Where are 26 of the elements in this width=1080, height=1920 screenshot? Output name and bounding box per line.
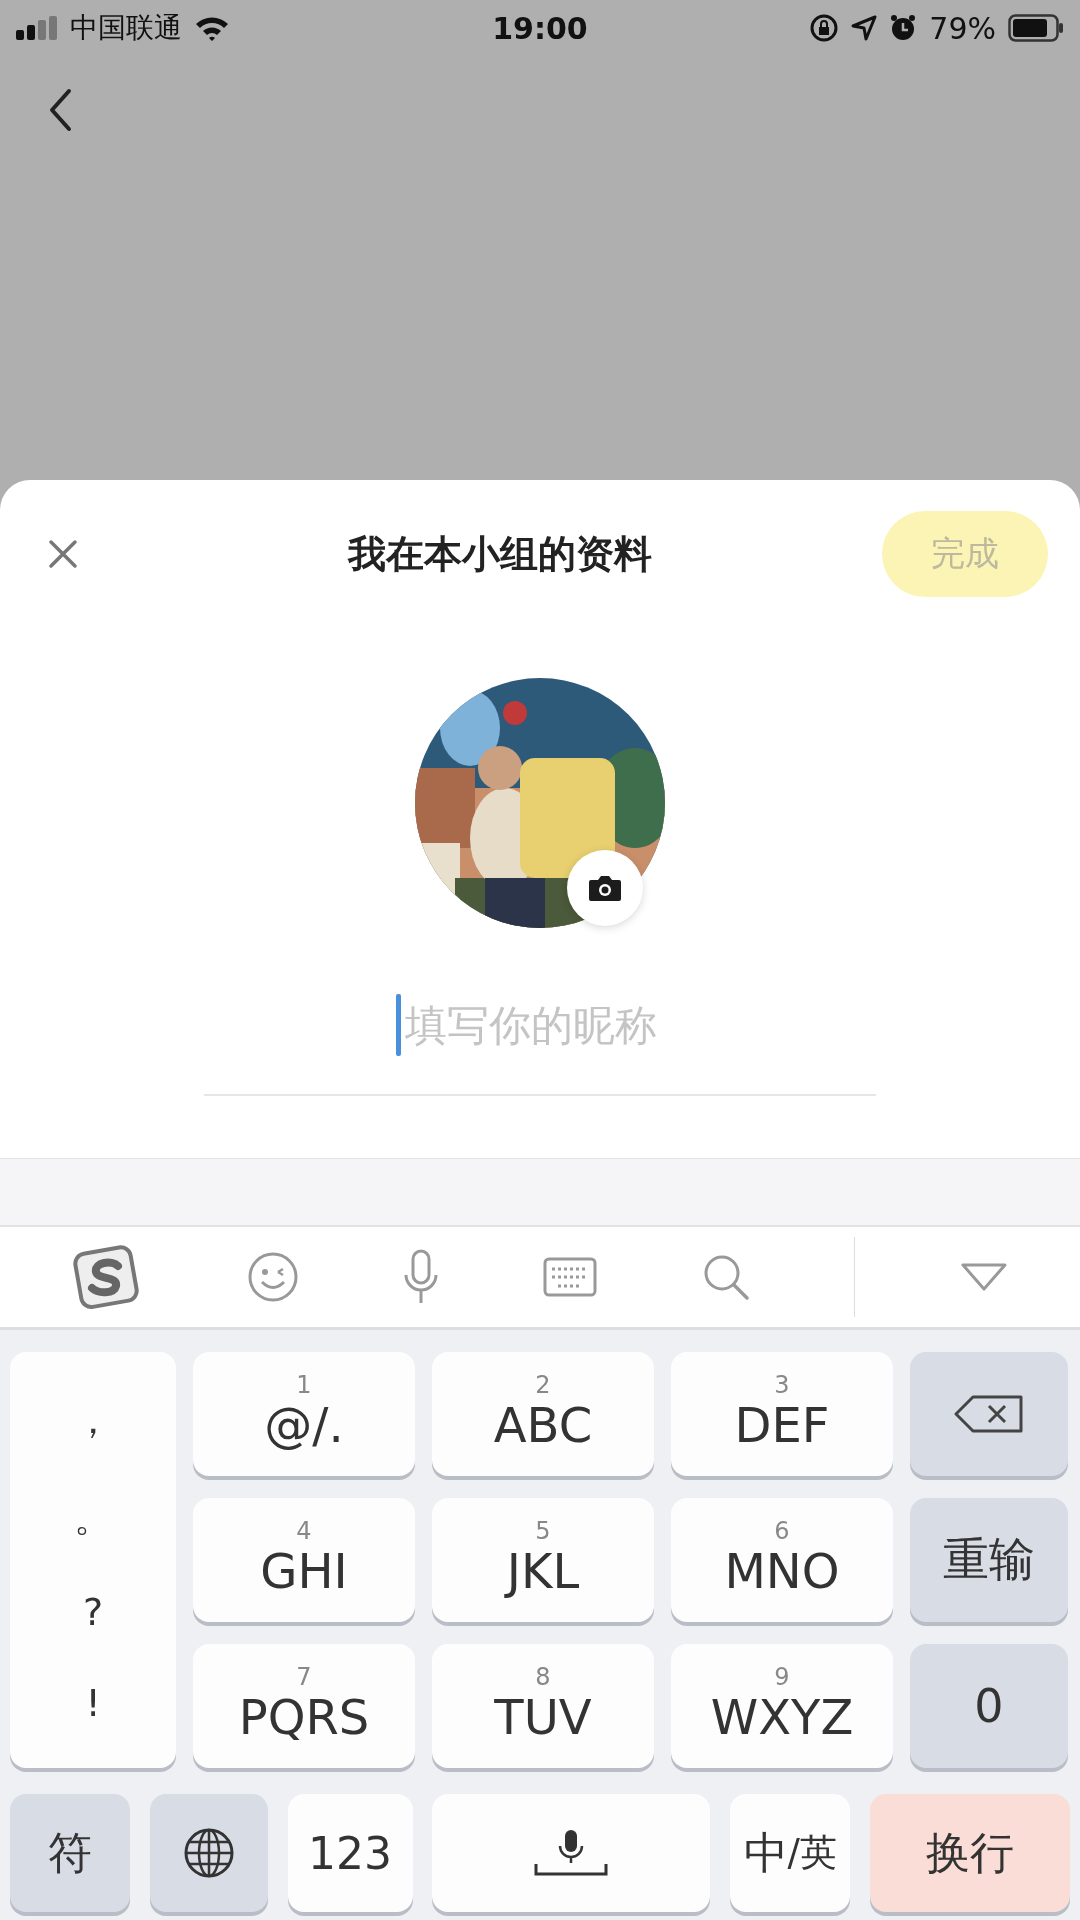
globe-icon xyxy=(182,1827,235,1879)
backspace-icon xyxy=(953,1394,1025,1434)
camera-icon xyxy=(588,874,622,902)
sheet-title: 我在本小组的资料 xyxy=(348,530,652,578)
punctuation-mark[interactable]: ! xyxy=(85,1680,101,1725)
punctuation-mark[interactable]: ? xyxy=(82,1590,104,1635)
back-icon[interactable] xyxy=(48,88,72,132)
punctuation-mark[interactable]: 。 xyxy=(74,1492,112,1544)
punctuation-mark[interactable]: ， xyxy=(74,1395,112,1447)
collapse-icon[interactable] xyxy=(959,1262,1008,1292)
clock-time: 19:00 xyxy=(492,10,588,46)
battery-icon xyxy=(1008,14,1064,42)
alarm-icon xyxy=(889,14,918,42)
microphone-icon[interactable] xyxy=(403,1249,440,1305)
emoji-icon[interactable] xyxy=(246,1251,299,1303)
rotation-lock-icon xyxy=(809,13,840,43)
signal-icon xyxy=(16,16,58,40)
text-cursor xyxy=(395,994,401,1056)
keyboard-icon[interactable] xyxy=(543,1257,598,1297)
space-microphone-icon xyxy=(533,1828,610,1878)
wifi-icon xyxy=(194,15,230,41)
battery-percent: 79% xyxy=(929,10,996,46)
carrier-name: 中国联通 xyxy=(70,10,182,46)
nickname-field[interactable]: 填写你的昵称 xyxy=(400,1000,685,1050)
close-icon[interactable] xyxy=(48,539,78,569)
location-arrow-icon xyxy=(851,15,878,41)
